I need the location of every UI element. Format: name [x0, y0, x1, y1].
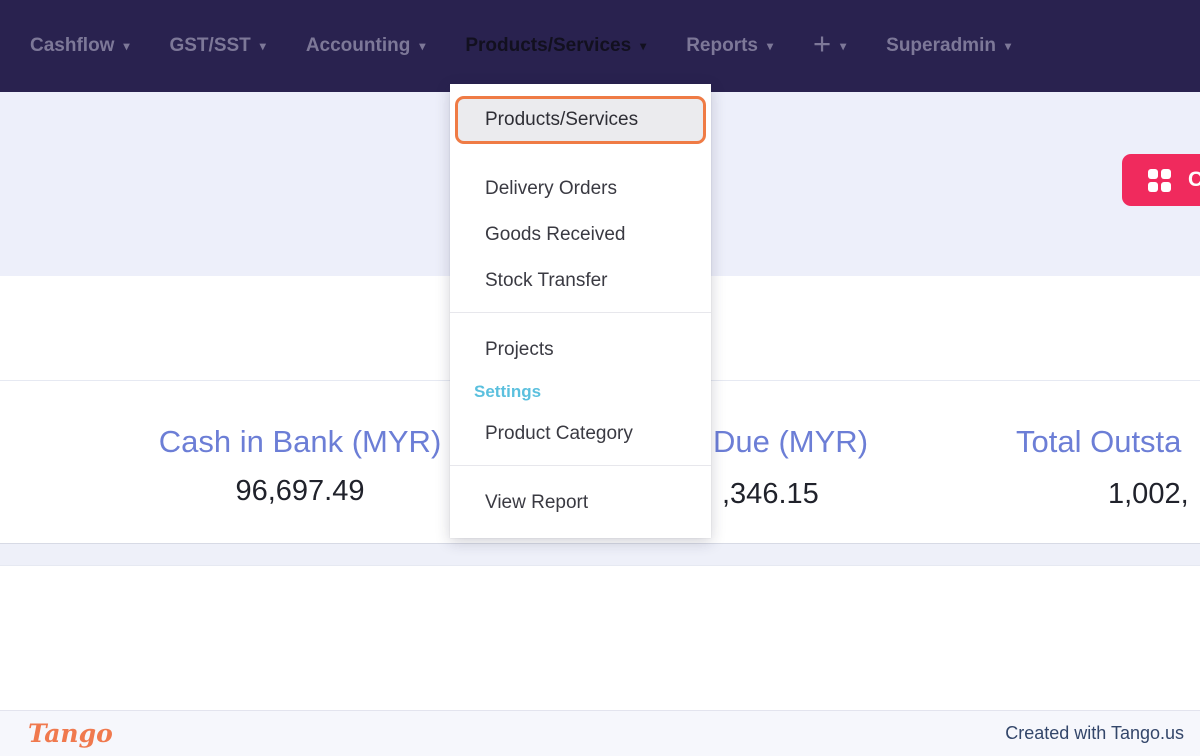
grid-icon [1148, 168, 1171, 192]
menu-item-products-services[interactable]: Products/Services [455, 96, 706, 144]
page-background-band [0, 544, 1200, 566]
menu-spacer [450, 144, 711, 166]
menu-item-delivery-orders[interactable]: Delivery Orders [450, 166, 711, 212]
nav-item-label: Products/Services [465, 35, 632, 56]
menu-section-settings: Settings [474, 382, 542, 401]
tango-credit-link[interactable]: Created with Tango.us [1005, 723, 1184, 744]
nav-item-products-services[interactable]: Products/Services ▾ [445, 35, 666, 57]
stat-cash-in-bank: Cash in Bank (MYR) 96,697.49 [146, 424, 454, 508]
stat-label-total-outstanding: Total Outsta [1016, 424, 1182, 459]
nav-item-label: Cashflow [30, 35, 115, 56]
create-button[interactable]: C [1122, 154, 1200, 206]
stat-label-due: Due (MYR) [713, 424, 869, 459]
menu-divider [450, 465, 711, 466]
plus-icon: + [813, 26, 832, 62]
stat-value-due: ,346.15 [722, 478, 819, 510]
stat-value-total-outstanding: 1,002, [1108, 478, 1189, 510]
chevron-down-icon: ▾ [259, 39, 266, 53]
tango-footer: Tango Created with Tango.us [0, 710, 1200, 756]
chevron-down-icon: ▾ [640, 39, 647, 53]
clipped-button-label: C [1188, 168, 1200, 191]
stat-value: 96,697.49 [235, 475, 365, 507]
chevron-down-icon: ▾ [419, 39, 426, 53]
menu-item-view-report[interactable]: View Report [450, 480, 711, 526]
chevron-down-icon: ▾ [766, 39, 774, 53]
nav-item-label: Reports [686, 35, 758, 56]
nav-item-superadmin[interactable]: Superadmin ▾ [866, 35, 1031, 57]
top-navbar: Cashflow ▾ GST/SST ▾ Accounting ▾ Produc… [0, 0, 1200, 92]
nav-item-quick-add[interactable]: + ▾ [793, 26, 866, 62]
chevron-down-icon: ▾ [123, 39, 130, 53]
nav-item-label: Accounting [305, 35, 411, 56]
menu-item-product-category[interactable]: Product Category [450, 411, 711, 457]
nav-item-label: GST/SST [169, 35, 251, 56]
menu-item-stock-transfer[interactable]: Stock Transfer [450, 258, 711, 304]
menu-item-projects[interactable]: Projects [450, 327, 711, 373]
menu-item-goods-received[interactable]: Goods Received [450, 212, 711, 258]
products-services-menu: Products/Services Delivery Orders Goods … [450, 84, 711, 538]
tango-logo: Tango [28, 719, 113, 748]
nav-item-accounting[interactable]: Accounting ▾ [286, 35, 446, 57]
nav-item-reports[interactable]: Reports ▾ [666, 35, 793, 57]
chevron-down-icon: ▾ [1004, 39, 1011, 53]
stat-label: Cash in Bank (MYR) [158, 424, 442, 459]
nav-item-cashflow[interactable]: Cashflow ▾ [10, 35, 149, 57]
nav-item-label: Superadmin [886, 35, 996, 56]
menu-divider [450, 312, 711, 313]
chevron-down-icon: ▾ [840, 38, 847, 53]
nav-item-gst-sst[interactable]: GST/SST ▾ [149, 35, 285, 57]
